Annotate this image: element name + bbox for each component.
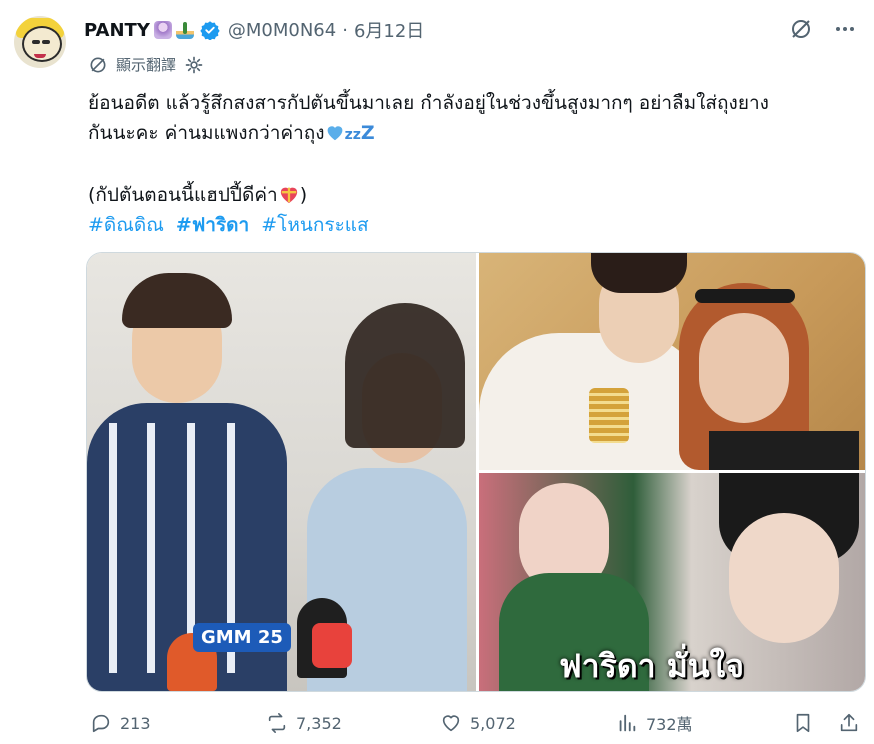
like-count: 5,072 (470, 713, 516, 733)
like-button[interactable]: 5,072 (440, 712, 516, 734)
translate-globe-icon (90, 57, 106, 72)
tweet-line-2: กันนะคะ ค่านมแพงกว่าค่าถุง zzZ (88, 118, 858, 150)
hashtag-link[interactable]: #ดิณดิณ (88, 214, 164, 236)
avatar-eye-left (32, 40, 40, 44)
tweet-body: ย้อนอดีต แล้วรู้สึกสงสารกัปตันขึ้นมาเลย … (88, 88, 858, 240)
reply-count: 213 (120, 713, 151, 733)
author-avatar[interactable] (14, 16, 66, 68)
woman-black-top (709, 431, 859, 470)
top-actions (788, 16, 858, 42)
media-photo-press-conference[interactable]: GMM 25 (87, 253, 476, 691)
settings-gear-icon[interactable] (184, 55, 204, 75)
tweet-line-1: ย้อนอดีต แล้วรู้สึกสงสารกัปตันขึ้นมาเลย … (88, 92, 769, 114)
microphone-red (312, 623, 352, 668)
hashtag-row: #ดิณดิณ #ฟาริดา #โหนกระแส (88, 210, 858, 240)
tweet-action-bar: 213 7,352 5,072 732萬 (86, 708, 864, 738)
hashtag-link[interactable]: #โหนกระแส (261, 214, 368, 236)
shirt-stripe (147, 423, 155, 673)
media-photo-couple[interactable] (479, 253, 865, 470)
gold-bangles (589, 388, 629, 443)
separator-dot: · (342, 19, 348, 41)
media-grid: GMM 25 ฟาริดา มั่นใจ (86, 252, 866, 692)
tweet-line-4-end: ) (299, 184, 308, 206)
author-handle[interactable]: @M0M0N64 (228, 20, 336, 41)
grok-icon[interactable] (788, 16, 814, 42)
translate-row: 顯示翻譯 (88, 54, 204, 75)
avatar-eye-right (42, 40, 50, 44)
views-chart-icon (619, 714, 636, 732)
hashtag-link[interactable]: #ฟาริดา (176, 214, 249, 236)
verified-badge-icon (200, 21, 220, 40)
tweet-line-4-text: (กัปตันตอนนี้แฮปปี้ดีค่า (88, 184, 278, 206)
fairy-emoji-icon (153, 21, 172, 39)
shirt-stripe (109, 423, 117, 673)
media-photo-faces[interactable]: ฟาริดา มั่นใจ (479, 473, 865, 691)
views-count: 732萬 (646, 715, 693, 734)
bookmark-button[interactable] (792, 712, 814, 734)
man-face-3 (729, 513, 839, 643)
share-icon (840, 713, 858, 732)
man-hair (122, 273, 232, 328)
more-options-icon[interactable] (832, 16, 858, 42)
woman-face-2 (699, 313, 789, 423)
heart-with-ribbon-emoji-icon (280, 187, 297, 204)
author-name[interactable]: PANTY (84, 20, 150, 41)
heart-icon (442, 715, 460, 732)
views-button[interactable]: 732萬 (616, 711, 693, 735)
man-hair-2 (591, 253, 687, 293)
headband (695, 289, 795, 303)
share-button[interactable] (838, 712, 860, 734)
blue-heart-emoji-icon (327, 126, 342, 141)
media-overlay-caption: ฟาริดา มั่นใจ (559, 647, 745, 685)
bookmark-icon (796, 713, 810, 733)
reply-button[interactable]: 213 (90, 712, 151, 734)
channel-logo: GMM 25 (193, 623, 291, 652)
translate-link[interactable]: 顯示翻譯 (116, 54, 176, 75)
tweet-line-4: (กัปตันตอนนี้แฮปปี้ดีค่า) (88, 180, 858, 210)
tweet-header: PANTY @M0M0N64 · 6月12日 (84, 17, 424, 43)
repost-count: 7,352 (296, 713, 342, 733)
post-date[interactable]: 6月12日 (354, 17, 424, 43)
repost-icon (268, 713, 286, 733)
woman-hair (345, 303, 465, 448)
tweet-line-2-text: กันนะคะ ค่านมแพงกว่าค่าถุง (88, 122, 325, 144)
repost-button[interactable]: 7,352 (266, 712, 342, 734)
reply-icon (92, 714, 110, 733)
tweet-blank-line (88, 150, 858, 180)
zzz-emoji-icon: zzZ (344, 122, 375, 144)
desert-island-emoji-icon (175, 21, 194, 39)
